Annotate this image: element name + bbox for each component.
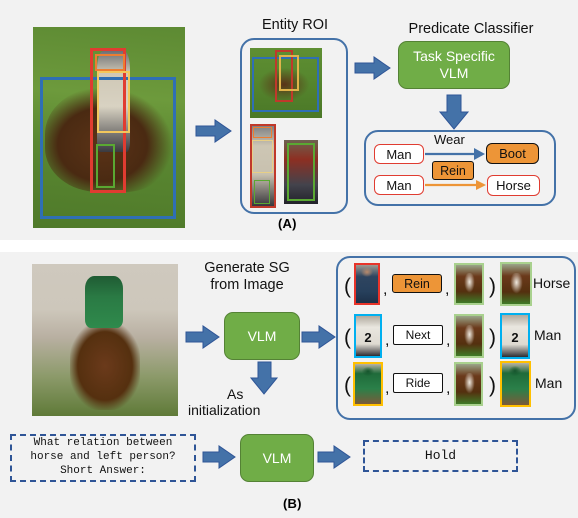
panel-b: Generate SG from Image VLM As initializa… (0, 252, 578, 518)
answer-box: Hold (363, 440, 518, 472)
figure-root: Entity ROI Predicate Classifier Task Spe… (0, 0, 578, 518)
arrow-vlm-to-answer (317, 445, 351, 469)
panel-a-label: (A) (278, 216, 297, 231)
sg-node-horse: Horse (487, 175, 540, 196)
sg-arrow-rein (425, 180, 486, 190)
sg-predicate-rein: Rein (432, 161, 474, 180)
panel-a: Entity ROI Predicate Classifier Task Spe… (0, 0, 578, 240)
panel-b-label: (B) (283, 496, 302, 511)
